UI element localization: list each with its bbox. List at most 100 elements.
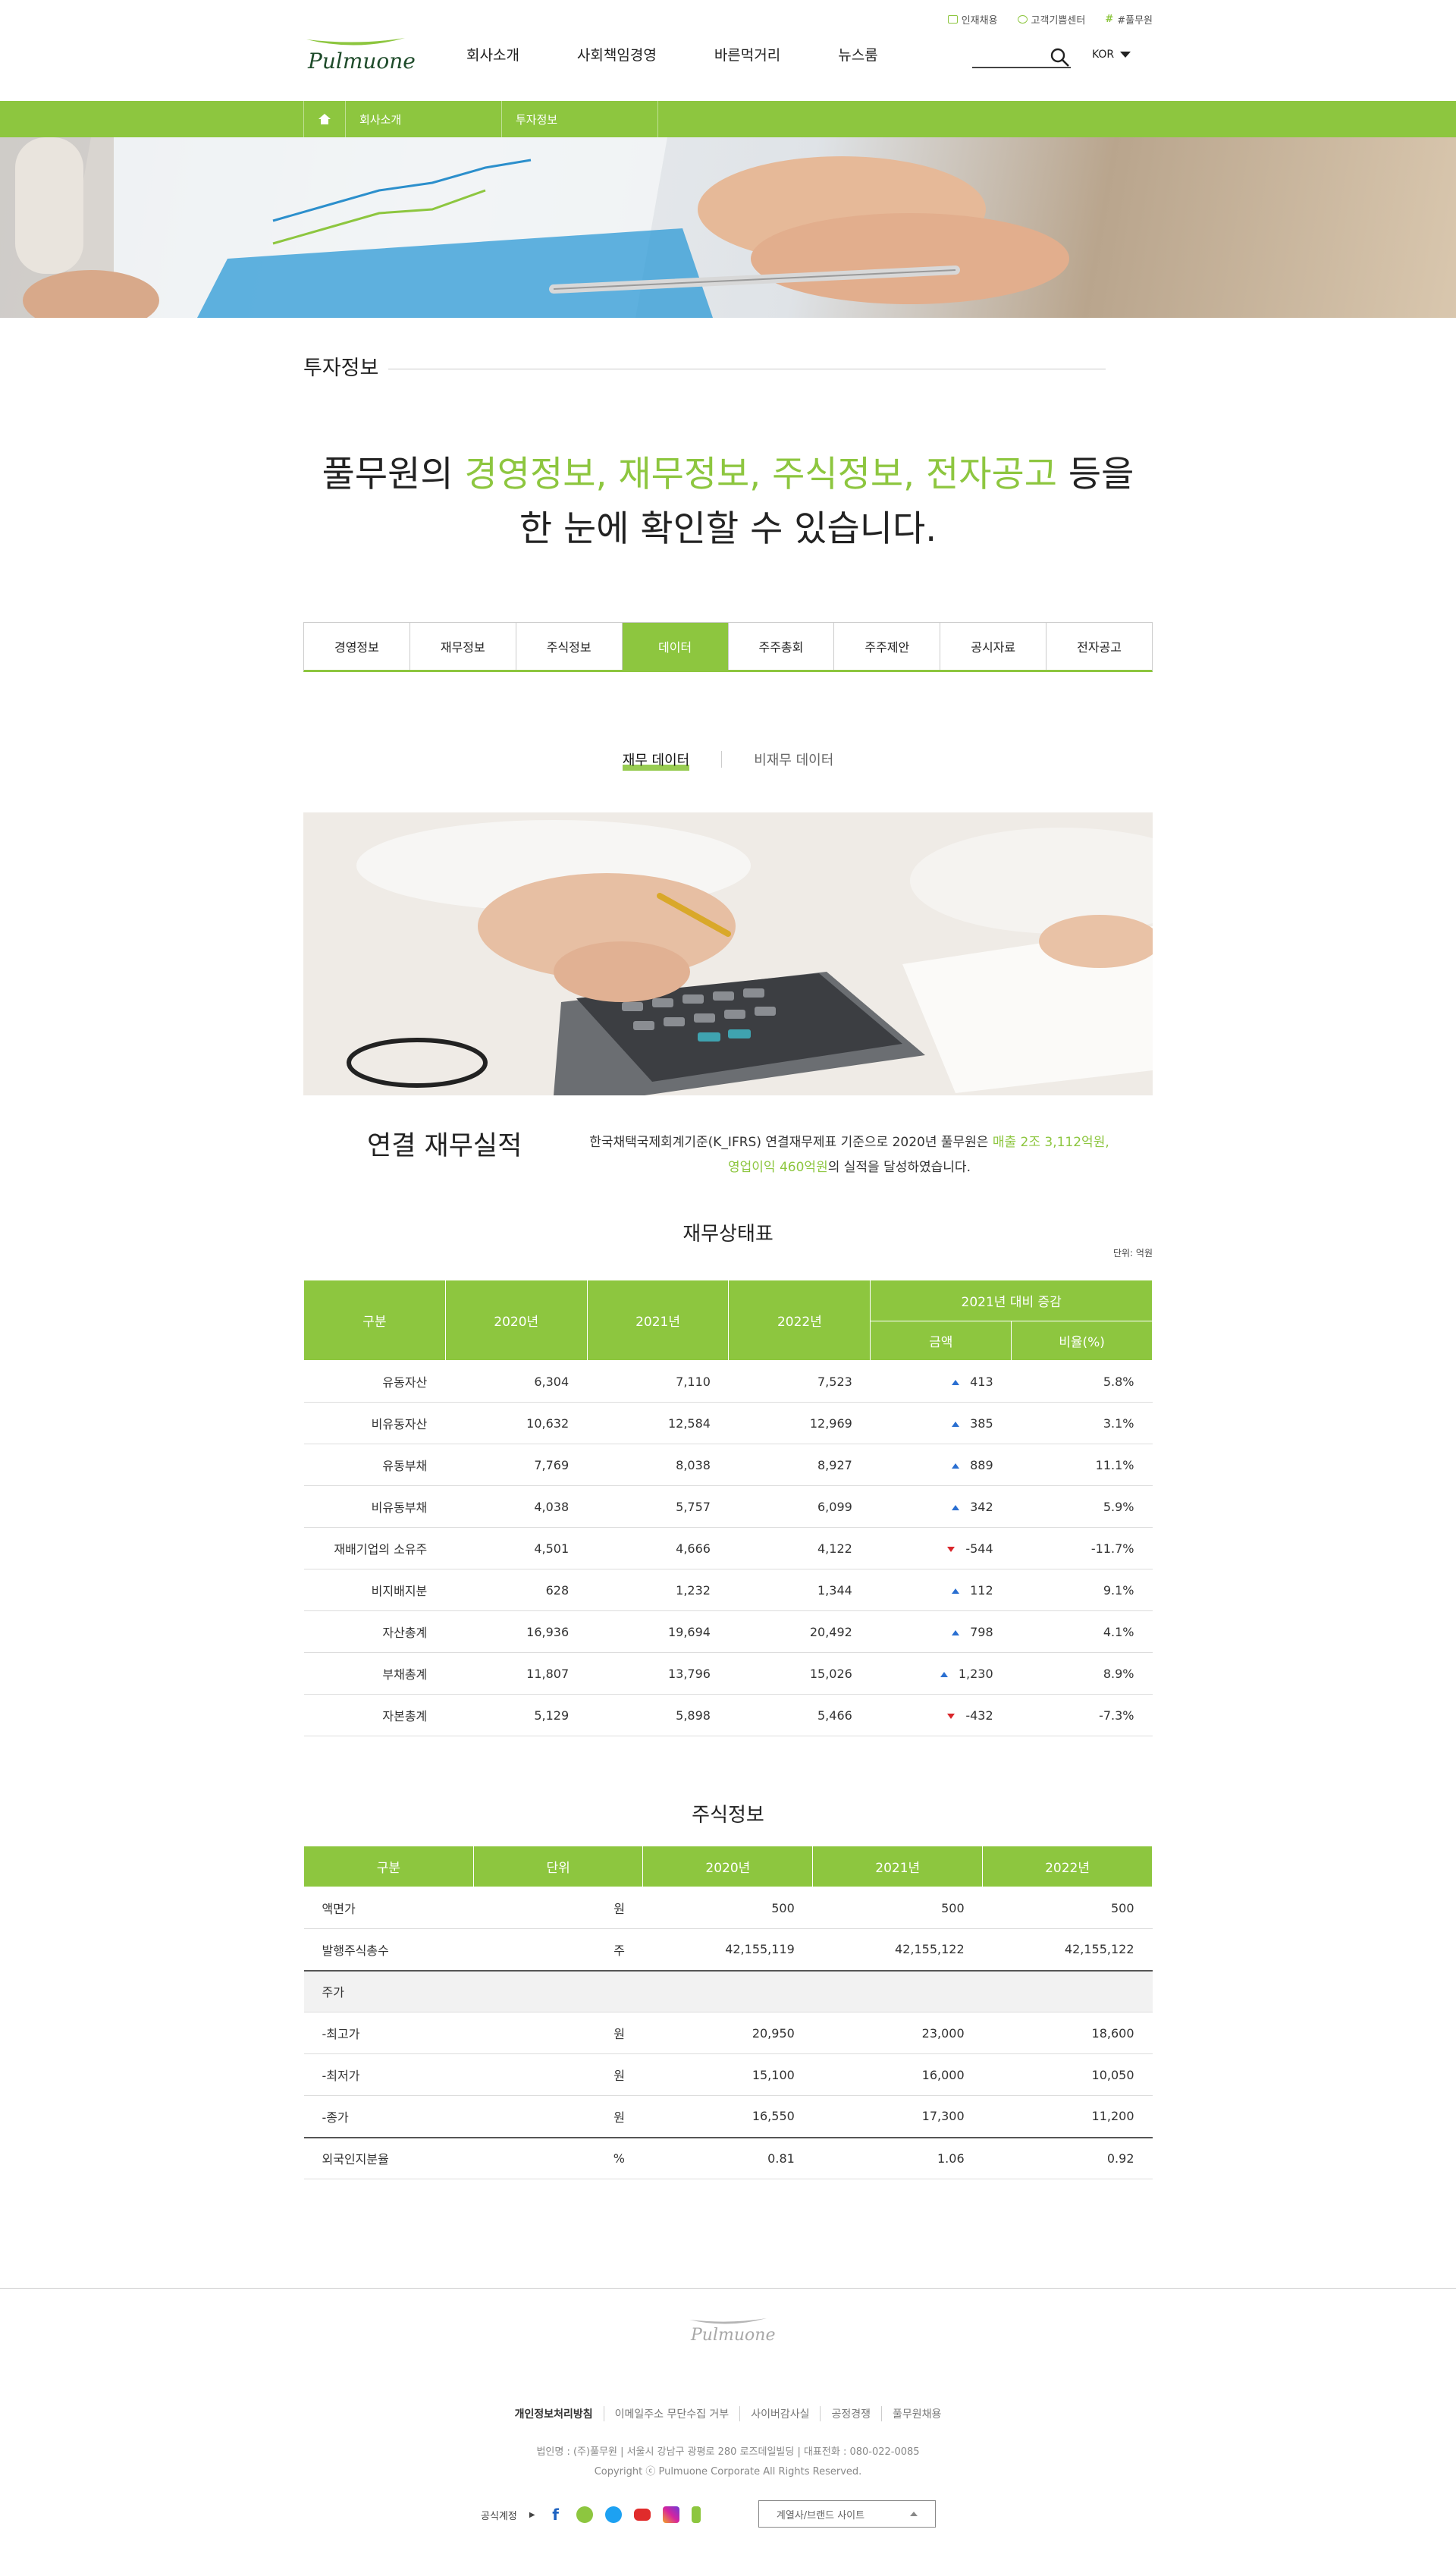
- footer-logo: Pulmuone: [686, 2315, 775, 2349]
- language-select[interactable]: KOR: [1092, 49, 1131, 61]
- search-input[interactable]: [972, 47, 1071, 68]
- tab-shareholders-meeting[interactable]: 주주총회: [729, 623, 835, 670]
- table-cell-v1: 16,550: [642, 2095, 813, 2138]
- table-cell-y2021: 8,038: [587, 1444, 729, 1486]
- table-row: 부채총계 11,807 13,796 15,026 1,230 8.9%: [303, 1652, 1153, 1695]
- table-cell-amt: 413: [870, 1360, 1012, 1403]
- logo-text: Pulmuone: [308, 49, 416, 74]
- search-icon[interactable]: [1050, 47, 1071, 68]
- pulmuone-logo[interactable]: Pulmuone: [303, 33, 416, 76]
- table-cell-v1: 15,100: [642, 2053, 813, 2096]
- util-link-hashtag[interactable]: # #풀무원: [1105, 12, 1153, 27]
- table-cell-v3: [982, 1969, 1153, 2012]
- subtab-nonfinancial-data[interactable]: 비재무 데이터: [722, 749, 865, 769]
- triangle-up-icon: [952, 1629, 960, 1635]
- tab-stock-info[interactable]: 주식정보: [516, 623, 623, 670]
- youtube-icon[interactable]: [633, 2509, 651, 2521]
- table-row: 주가: [303, 1969, 1153, 2012]
- col-header: 구분: [303, 1846, 474, 1887]
- table-cell-pct: 8.9%: [1011, 1652, 1153, 1695]
- table-cell-v3: 18,600: [982, 2012, 1153, 2054]
- banner-image: [0, 137, 1456, 318]
- facebook-icon[interactable]: f: [548, 2506, 564, 2523]
- col-header: 2021년: [812, 1846, 984, 1887]
- table-cell-pct: 11.1%: [1011, 1444, 1153, 1486]
- footer-info: 법인명 : (주)풀무원 | 서울시 강남구 광평로 280 로즈데일빌딩 | …: [0, 2443, 1456, 2482]
- table-cell-label: 부채총계: [303, 1652, 446, 1695]
- table-cell-v2: 17,300: [812, 2095, 983, 2138]
- home-button[interactable]: [303, 101, 346, 137]
- footer-link-fair[interactable]: 공정경쟁: [821, 2406, 883, 2421]
- section-title: 투자정보: [303, 357, 379, 380]
- table-cell-label: 액면가: [303, 1887, 474, 1929]
- language-value: KOR: [1092, 49, 1115, 61]
- table-row: 비유동부채 4,038 5,757 6,099 342 5.9%: [303, 1485, 1153, 1528]
- triangle-down-icon: [947, 1713, 956, 1719]
- twitter-icon[interactable]: [604, 2506, 622, 2523]
- table-cell-v3: 500: [982, 1887, 1153, 1929]
- footer-link-privacy[interactable]: 개인정보처리방침: [504, 2406, 604, 2421]
- family-site-label: 계열사/브랜드 사이트: [776, 2509, 865, 2521]
- col-header: 구분: [303, 1280, 446, 1361]
- tab-data[interactable]: 데이터: [622, 623, 729, 670]
- page: 인재채용 고객기쁨센터 # #풀무원 Pulmuone 회사소개 사회책임경영 바…: [0, 0, 1456, 2567]
- footer-logo-text: Pulmuone: [691, 2326, 776, 2345]
- table-row: -종가 원 16,550 17,300 11,200: [303, 2095, 1153, 2138]
- triangle-up-icon: [952, 1588, 960, 1594]
- table-cell-v1: 20,950: [642, 2012, 813, 2054]
- tab-shareholder-proposal[interactable]: 주주제안: [834, 623, 941, 670]
- table-cell-y2021: 5,757: [587, 1485, 729, 1528]
- footer-link-recruit[interactable]: 풀무원채용: [882, 2406, 952, 2421]
- main-navigation: 회사소개 사회책임경영 바른먹거리 뉴스룸: [466, 44, 936, 64]
- table-cell-amt: -544: [870, 1527, 1012, 1569]
- table-row: 비유동자산 10,632 12,584 12,969 385 3.1%: [303, 1402, 1153, 1444]
- footer-link-email[interactable]: 이메일주소 무단수집 거부: [604, 2406, 741, 2421]
- table-cell-y2022: 5,466: [728, 1694, 871, 1736]
- family-site-select[interactable]: 계열사/브랜드 사이트: [758, 2500, 936, 2528]
- table-row: -최저가 원 15,100 16,000 10,050: [303, 2053, 1153, 2096]
- gnb-newsroom[interactable]: 뉴스룸: [838, 44, 877, 64]
- calculator-photo: [303, 812, 1153, 1095]
- kakao-icon[interactable]: [691, 2506, 701, 2523]
- blog-icon[interactable]: [576, 2506, 593, 2523]
- util-link-recruit[interactable]: 인재채용: [947, 12, 998, 27]
- tab-e-notice[interactable]: 전자공고: [1046, 623, 1152, 670]
- tab-management-info[interactable]: 경영정보: [304, 623, 410, 670]
- table-cell-y2020: 16,936: [445, 1610, 588, 1653]
- gnb-company[interactable]: 회사소개: [466, 44, 519, 64]
- table-cell-pct: 4.1%: [1011, 1610, 1153, 1653]
- table-cell-y2022: 8,927: [728, 1444, 871, 1486]
- gnb-csr[interactable]: 사회책임경영: [577, 44, 657, 64]
- instagram-icon[interactable]: [662, 2506, 679, 2523]
- chevron-down-icon: [1120, 52, 1131, 58]
- footer-link-audit[interactable]: 사이버감사실: [740, 2406, 821, 2421]
- table-cell-amt: -432: [870, 1694, 1012, 1736]
- table-cell-v2: 16,000: [812, 2053, 983, 2096]
- table-cell-v2: [812, 1969, 983, 2012]
- table-cell-y2020: 7,769: [445, 1444, 588, 1486]
- chevron-up-icon: [910, 2512, 918, 2516]
- table-cell-y2021: 5,898: [587, 1694, 729, 1736]
- tab-disclosure[interactable]: 공시자료: [940, 623, 1047, 670]
- util-link-customer[interactable]: 고객기쁨센터: [1017, 12, 1085, 27]
- gnb-food[interactable]: 바른먹거리: [714, 44, 780, 64]
- company-info: 법인명 : (주)풀무원 | 서울시 강남구 광평로 280 로즈데일빌딩 | …: [536, 2446, 920, 2458]
- table-cell-v3: 10,050: [982, 2053, 1153, 2096]
- table-cell-y2022: 1,344: [728, 1569, 871, 1611]
- table-cell-unit: %: [473, 2136, 643, 2179]
- breadcrumb: 회사소개 투자정보: [0, 101, 1456, 137]
- col-header: 2020년: [444, 1280, 588, 1361]
- breadcrumb-item-ir[interactable]: 투자정보: [502, 101, 658, 137]
- table-cell-unit: 원: [473, 2053, 643, 2096]
- breadcrumb-item-company[interactable]: 회사소개: [346, 101, 502, 137]
- table-cell-v3: 11,200: [982, 2095, 1153, 2138]
- table-cell-v2: 500: [812, 1887, 983, 1929]
- tab-financial-info[interactable]: 재무정보: [410, 623, 516, 670]
- col-header: 단위: [472, 1846, 644, 1887]
- table-cell-label: 발행주식총수: [303, 1928, 474, 1971]
- table-cell-label: 유동부채: [303, 1444, 446, 1486]
- triangle-up-icon: [952, 1421, 960, 1427]
- subtab-financial-data[interactable]: 재무 데이터: [591, 749, 722, 771]
- table-row: 유동자산 6,304 7,110 7,523 413 5.8%: [303, 1360, 1153, 1403]
- table-cell-y2020: 628: [445, 1569, 588, 1611]
